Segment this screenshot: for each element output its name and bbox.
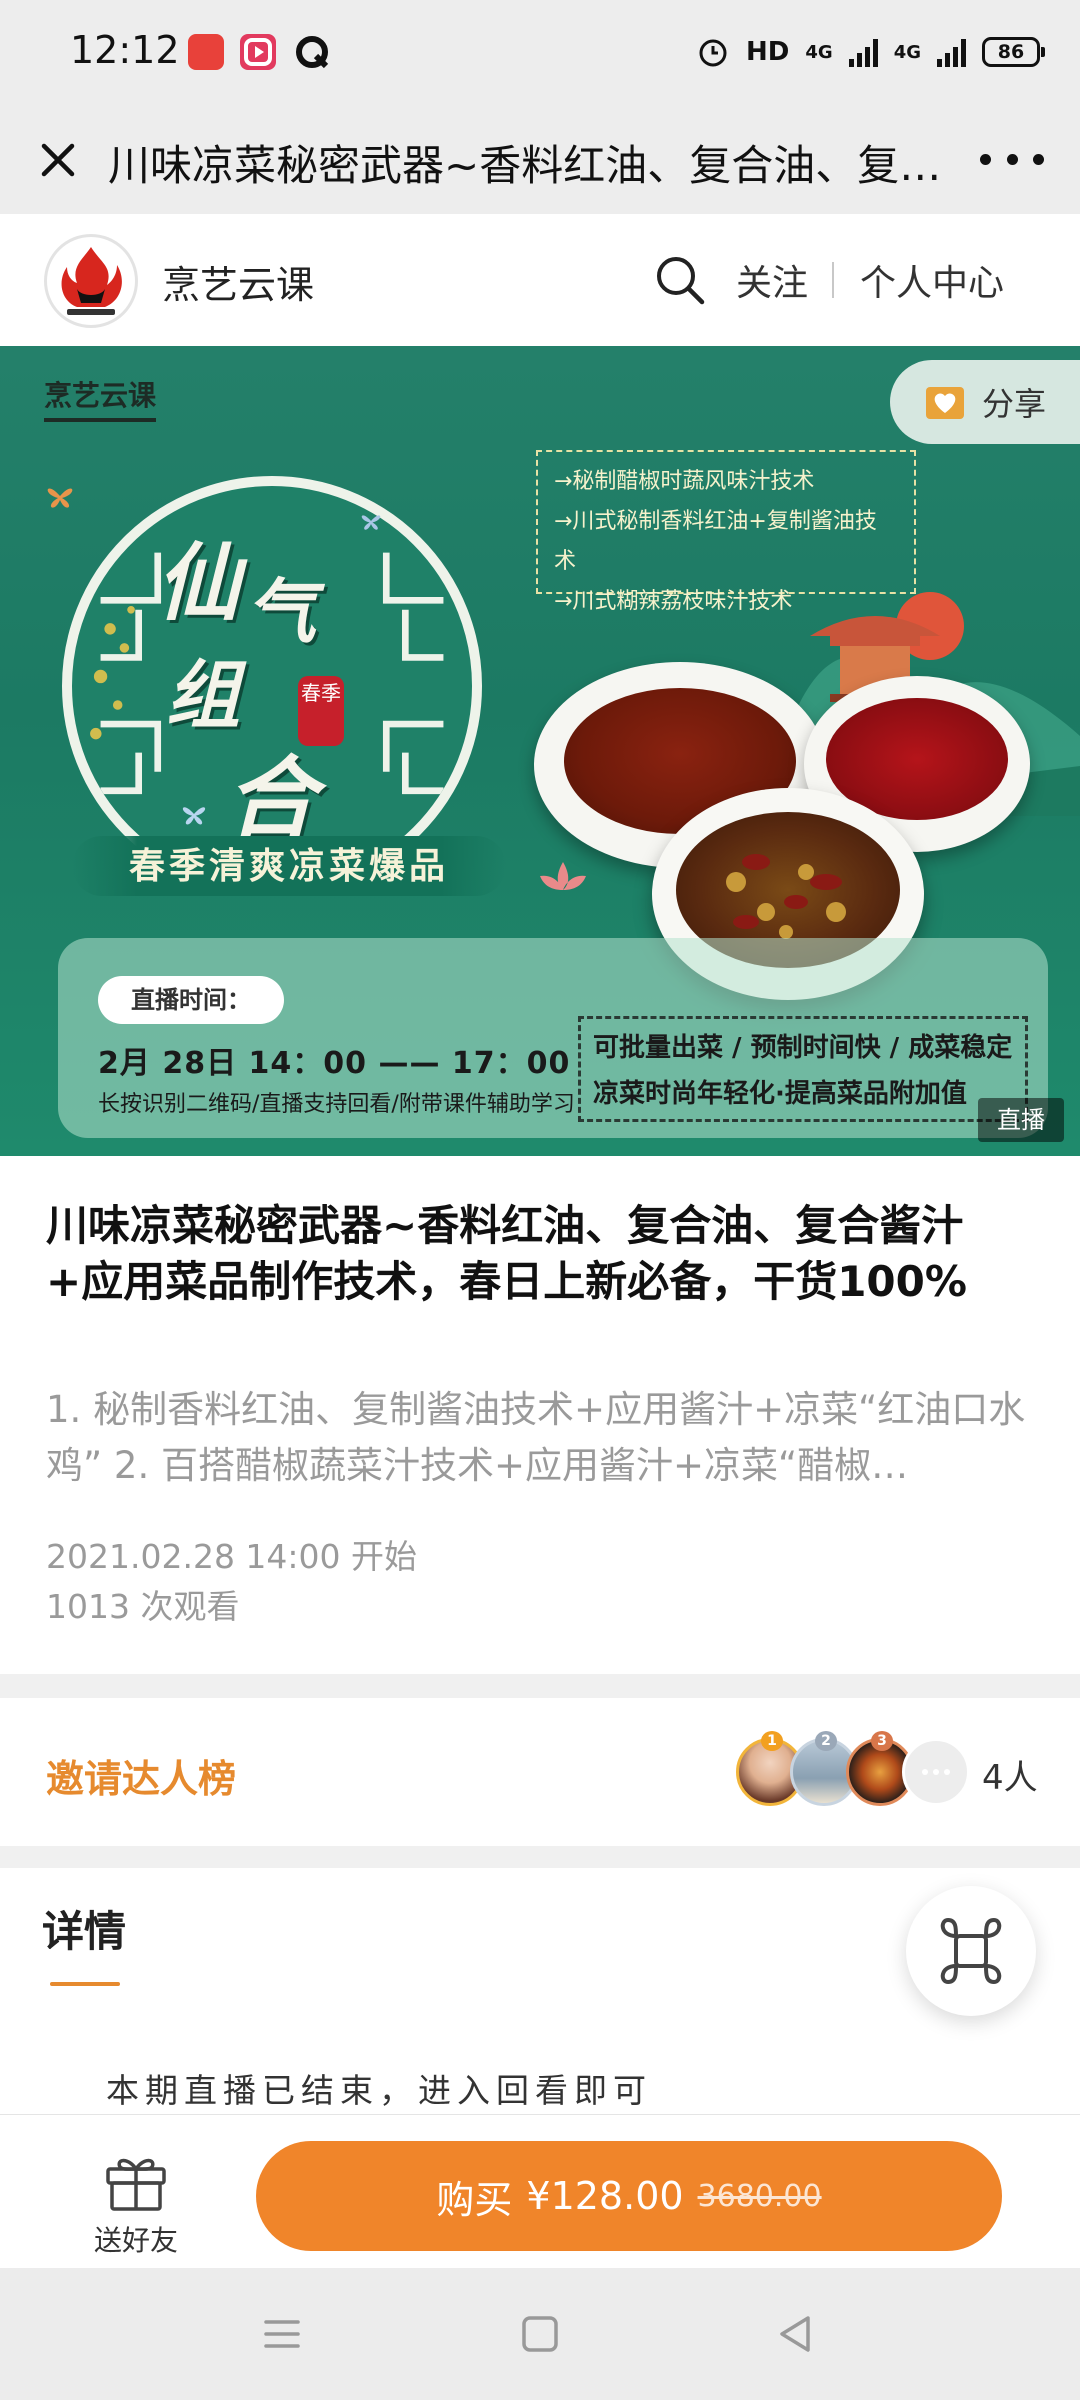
gift-icon: [106, 2158, 166, 2211]
invite-count: 4人: [982, 1758, 1038, 1798]
calligraphy-title: 仙 气 组 合: [126, 516, 386, 852]
banner-bullet: →川式糊辣荔枝味汁技术: [554, 589, 793, 614]
course-banner[interactable]: 烹艺云课 分享 →秘制醋椒时蔬风味汁技术 →川式秘制香料红油+复制酱油技术 →川…: [0, 346, 1080, 1156]
calligraphy-char: 仙: [156, 533, 241, 632]
buy-label: 购买: [436, 2177, 513, 2222]
tab-underline: [50, 1982, 120, 1986]
follow-button[interactable]: 关注: [736, 254, 808, 306]
invite-leaderboard-title: 邀请达人榜: [46, 1757, 237, 1801]
rank-badge: 1: [761, 1731, 783, 1751]
network-type-2: 4G: [893, 41, 921, 63]
signal-icon-2: [937, 37, 966, 67]
banner-bullet: →秘制醋椒时蔬风味汁技术: [554, 469, 815, 494]
battery-icon: 86: [982, 37, 1045, 67]
menu-grid-icon: [940, 1917, 1002, 1985]
rank-badge: 2: [815, 1731, 837, 1751]
price: ¥128.00: [526, 2174, 684, 2218]
back-icon[interactable]: [768, 2306, 824, 2362]
course-view-count: 1013 次观看: [46, 1587, 240, 1626]
page-title: 川味凉菜秘密武器~香料红油、复合油、复合酱汁+应用菜品制作技术，春日上新必备，干…: [108, 141, 958, 190]
video-app-icon: [240, 34, 276, 70]
course-info: 川味凉菜秘密武器~香料红油、复合油、复合酱汁+应用菜品制作技术，春日上新必备，干…: [0, 1156, 1080, 1674]
butterfly-icon: [182, 807, 206, 825]
live-badge: 直播: [978, 1098, 1064, 1142]
live-time-label: 直播时间：: [98, 976, 284, 1024]
course-start-time: 2021.02.28 14:00 开始: [46, 1537, 418, 1576]
spring-seal: 春季: [298, 676, 344, 746]
close-icon[interactable]: [28, 130, 88, 190]
app-notification-icon: [188, 34, 224, 70]
rank-badge: 3: [871, 1731, 893, 1751]
status-time: 12:12: [70, 28, 180, 72]
status-indicators: HD 4G 4G 86: [696, 30, 1045, 74]
system-navigation-bar: [0, 2268, 1080, 2400]
personal-center-link[interactable]: 个人中心: [860, 254, 1004, 306]
feature-line: 凉菜时尚年轻化·提高菜品附加值: [593, 1079, 967, 1109]
butterfly-icon: [361, 515, 381, 530]
status-bar: 12:12 HD 4G 4G 86: [0, 0, 1080, 106]
course-title: 川味凉菜秘密武器~香料红油、复合油、复合酱汁+应用菜品制作技术，春日上新必备，干…: [46, 1201, 967, 1306]
browser-nav-bar: 川味凉菜秘密武器~香料红油、复合油、复合酱汁+应用菜品制作技术，春日上新必备，干…: [0, 106, 1080, 214]
gift-label: 送好友: [93, 2224, 178, 2257]
feature-line: 可批量出菜 / 预制时间快 / 成菜稳定: [593, 1033, 1013, 1063]
details-text: 本期直播已结束，进入回看即可: [106, 2071, 652, 2110]
live-datetime: 2月 28日 14：00 —— 17：00: [98, 1046, 571, 1081]
features-box: 可批量出菜 / 预制时间快 / 成菜稳定 凉菜时尚年轻化·提高菜品附加值: [578, 1016, 1028, 1122]
channel-name: 烹艺云课: [162, 263, 315, 307]
channel-header: 烹艺云课 关注 个人中心: [0, 214, 1080, 346]
banner-brand-label: 烹艺云课: [44, 374, 157, 422]
hd-label: HD: [746, 37, 790, 67]
course-description[interactable]: 1. 秘制香料红油、复制酱油技术+应用酱汁+凉菜“红油口水鸡” 2. 百搭醋椒蔬…: [46, 1382, 1036, 1494]
share-label: 分享: [982, 385, 1047, 423]
banner-bullet-box: →秘制醋椒时蔬风味汁技术 →川式秘制香料红油+复制酱油技术 →川式糊辣荔枝味汁技…: [536, 450, 916, 614]
alarm-icon: [699, 39, 727, 67]
browser-app-icon: [294, 34, 330, 70]
gift-friend-button[interactable]: 送好友: [72, 2149, 200, 2259]
share-button[interactable]: 分享: [890, 360, 1080, 444]
more-options-icon[interactable]: [980, 134, 1044, 184]
menu-icon[interactable]: [254, 2306, 310, 2362]
home-icon[interactable]: [512, 2306, 568, 2362]
avatar-more: [902, 1738, 970, 1806]
signal-icon: [848, 37, 878, 67]
banner-ribbon-text: 春季清爽凉菜爆品: [72, 836, 506, 896]
invite-leaderboard[interactable]: 邀请达人榜 1 2 3 4人: [0, 1698, 1080, 1846]
original-price: 3680.00: [697, 2178, 822, 2214]
calligraphy-char: 气: [246, 570, 316, 653]
tab-details[interactable]: 详情: [42, 1898, 126, 1959]
live-note: 长按识别二维码/直播支持回看/附带课件辅助学习: [98, 1092, 575, 1117]
butterfly-icon: [47, 488, 73, 508]
floating-menu-button[interactable]: [906, 1886, 1036, 2016]
header-divider: [832, 262, 834, 298]
network-type-1: 4G: [805, 41, 833, 63]
lotus-icon: [540, 862, 586, 890]
banner-bullet: →川式秘制香料红油+复制酱油技术: [554, 509, 877, 574]
share-icon: [926, 387, 964, 419]
search-icon[interactable]: [652, 252, 708, 308]
buy-button[interactable]: 购买 ¥128.00 3680.00: [256, 2141, 1002, 2251]
channel-logo[interactable]: [44, 234, 138, 328]
bottom-action-bar: 送好友 购买 ¥128.00 3680.00: [0, 2114, 1080, 2268]
